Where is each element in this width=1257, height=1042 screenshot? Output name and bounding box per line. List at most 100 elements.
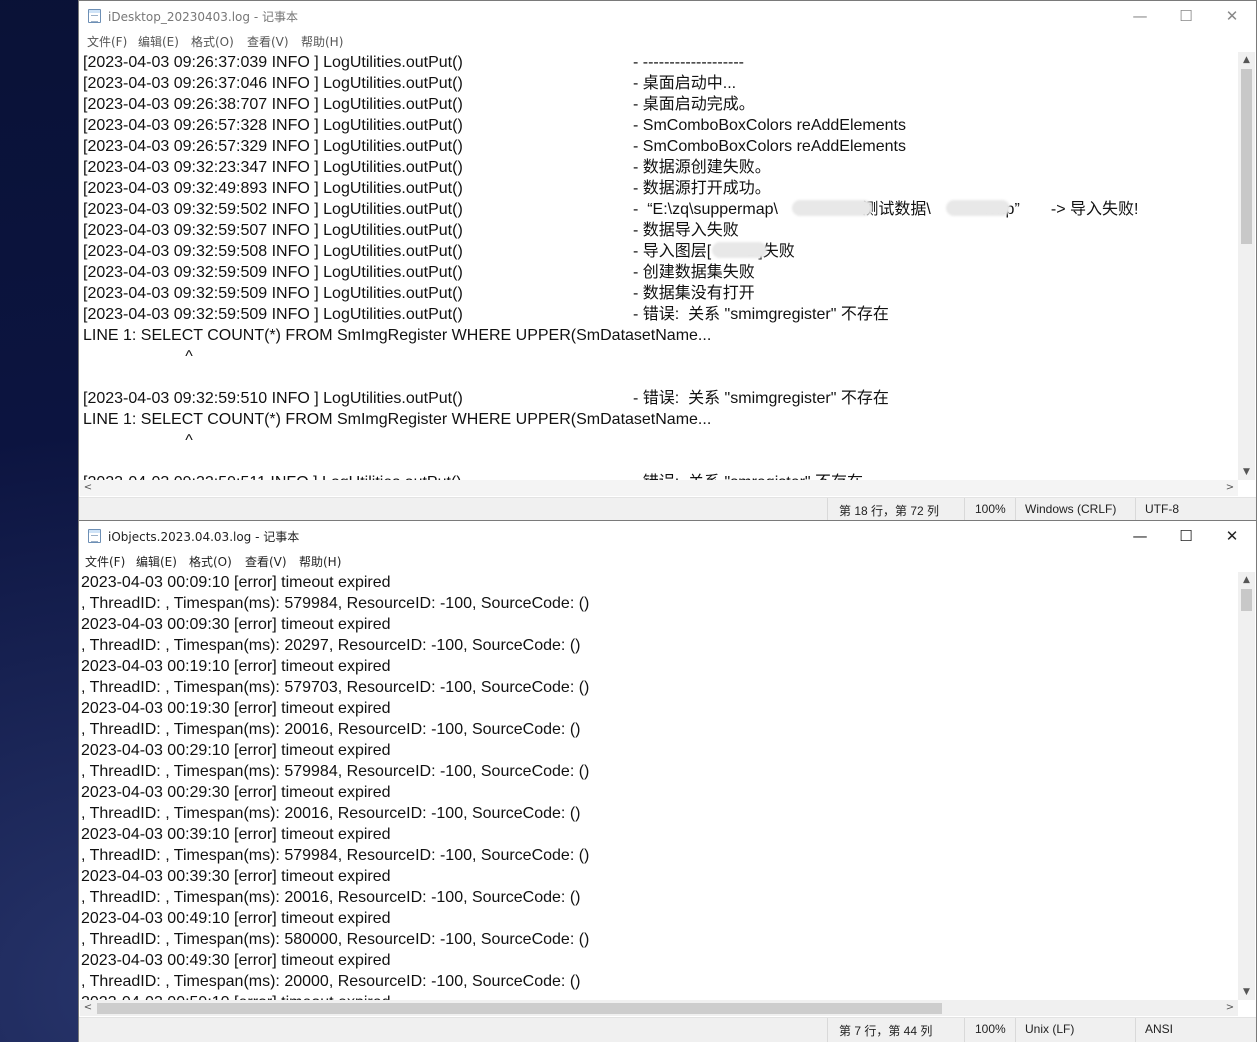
line-text: , ThreadID: , Timespan(ms): 580000, Reso…: [81, 931, 590, 948]
scroll-left-arrow-icon[interactable]: <: [80, 1000, 96, 1016]
line-message: - 错误: 关系 "smimgregister" 不存在: [633, 390, 889, 407]
line-source: [2023-04-03 09:26:57:328 INFO ] LogUtili…: [83, 117, 463, 134]
title-bar[interactable]: iDesktop_20230403.log - 记事本 — ☐ ✕: [79, 1, 1256, 31]
divider: [1015, 498, 1016, 522]
close-button[interactable]: ✕: [1209, 521, 1255, 551]
line-source: [2023-04-03 09:32:59:509 INFO ] LogUtili…: [83, 264, 463, 281]
scroll-thumb[interactable]: [1241, 589, 1252, 611]
scroll-left-arrow-icon[interactable]: <: [80, 480, 96, 496]
text-line: [2023-04-03 09:26:37:046 INFO ] LogUtili…: [81, 73, 1238, 94]
text-line: 2023-04-03 00:39:30 [error] timeout expi…: [81, 866, 1238, 887]
text-line: , ThreadID: , Timespan(ms): 580000, Reso…: [81, 929, 1238, 950]
text-line: [2023-04-03 09:32:59:509 INFO ] LogUtili…: [81, 262, 1238, 283]
encoding: ANSI: [1145, 1022, 1174, 1036]
minimize-button[interactable]: —: [1117, 1, 1163, 31]
redacted-text: [792, 200, 872, 216]
menu-file[interactable]: 文件(F): [87, 33, 127, 50]
line-text: , ThreadID: , Timespan(ms): 20297, Resou…: [81, 637, 581, 654]
scroll-down-arrow-icon[interactable]: ▼: [1238, 464, 1255, 480]
text-line: , ThreadID: , Timespan(ms): 20000, Resou…: [81, 971, 1238, 992]
line-source: [2023-04-03 09:32:59:507 INFO ] LogUtili…: [83, 222, 463, 239]
text-editor[interactable]: [2023-04-03 09:26:37:039 INFO ] LogUtili…: [81, 52, 1238, 480]
maximize-button[interactable]: ☐: [1163, 1, 1209, 31]
line-text: , ThreadID: , Timespan(ms): 20000, Resou…: [81, 973, 581, 990]
scroll-up-arrow-icon[interactable]: ▲: [1238, 572, 1255, 588]
horizontal-scrollbar[interactable]: < >: [80, 480, 1238, 496]
text-line: [2023-04-03 09:26:57:329 INFO ] LogUtili…: [81, 136, 1238, 157]
menu-edit[interactable]: 编辑(E): [138, 33, 179, 50]
title-bar[interactable]: iObjects.2023.04.03.log - 记事本 — ☐ ✕: [79, 521, 1256, 551]
menu-file[interactable]: 文件(F): [85, 553, 125, 570]
text-line: [2023-04-03 09:26:57:328 INFO ] LogUtili…: [81, 115, 1238, 136]
scroll-down-arrow-icon[interactable]: ▼: [1238, 984, 1255, 1000]
line-message: - 创建数据集失败: [633, 264, 755, 281]
scroll-right-arrow-icon[interactable]: >: [1222, 1000, 1238, 1016]
menu-edit[interactable]: 编辑(E): [136, 553, 177, 570]
scroll-right-arrow-icon[interactable]: >: [1222, 480, 1238, 496]
text-line: [2023-04-03 09:32:59:502 INFO ] LogUtili…: [81, 199, 1238, 220]
line-text: , ThreadID: , Timespan(ms): 579984, Reso…: [81, 763, 590, 780]
text-line: , ThreadID: , Timespan(ms): 579984, Reso…: [81, 845, 1238, 866]
line-message: - 数据导入失败: [633, 222, 739, 239]
line-message: - 错误: 关系 "smregister" 不存在: [633, 472, 863, 480]
line-text: 2023-04-03 00:39:10 [error] timeout expi…: [81, 826, 391, 843]
line-message: - SmComboBoxColors reAddElements: [633, 117, 906, 134]
scroll-thumb[interactable]: [97, 1003, 942, 1014]
line-text: , ThreadID: , Timespan(ms): 20016, Resou…: [81, 721, 581, 738]
horizontal-scrollbar[interactable]: < >: [80, 1000, 1238, 1016]
maximize-button[interactable]: ☐: [1163, 521, 1209, 551]
vertical-scrollbar[interactable]: ▲ ▼: [1238, 52, 1255, 480]
text-line: [2023-04-03 09:32:49:893 INFO ] LogUtili…: [81, 178, 1238, 199]
menu-view[interactable]: 查看(V): [247, 33, 289, 50]
cursor-position: 第 18 行，第 72 列: [839, 504, 940, 518]
text-line: [2023-04-03 09:26:37:039 INFO ] LogUtili…: [81, 52, 1238, 73]
line-text: 2023-04-03 00:09:10 [error] timeout expi…: [81, 574, 391, 591]
line-text: , ThreadID: , Timespan(ms): 579703, Reso…: [81, 679, 590, 696]
line-text: 2023-04-03 00:19:10 [error] timeout expi…: [81, 658, 391, 675]
menu-help[interactable]: 帮助(H): [299, 553, 341, 570]
line-source: LINE 1: SELECT COUNT(*) FROM SmImgRegist…: [83, 327, 712, 344]
menu-bar: 文件(F) 编辑(E) 格式(O) 查看(V) 帮助(H): [79, 551, 1256, 571]
line-source: [2023-04-03 09:32:23:347 INFO ] LogUtili…: [83, 159, 463, 176]
scroll-thumb[interactable]: [1241, 69, 1252, 244]
line-ending: Unix (LF): [1025, 1022, 1075, 1036]
line-source: [2023-04-03 09:32:49:893 INFO ] LogUtili…: [83, 180, 463, 197]
line-source: [2023-04-03 09:32:59:509 INFO ] LogUtili…: [83, 285, 463, 302]
line-source: LINE 1: SELECT COUNT(*) FROM SmImgRegist…: [83, 411, 712, 428]
divider: [1135, 1018, 1136, 1042]
line-text: 2023-04-03 00:49:30 [error] timeout expi…: [81, 952, 391, 969]
line-message: - 桌面启动完成。: [633, 96, 755, 113]
scroll-up-arrow-icon[interactable]: ▲: [1238, 52, 1255, 68]
text-line: [81, 367, 1238, 388]
menu-format[interactable]: 格式(O): [189, 553, 232, 570]
notepad-window-iobjects[interactable]: iObjects.2023.04.03.log - 记事本 — ☐ ✕ 文件(F…: [78, 520, 1257, 1042]
text-line: 2023-04-03 00:49:30 [error] timeout expi…: [81, 950, 1238, 971]
cursor-position: 第 7 行，第 44 列: [839, 1024, 933, 1038]
close-button[interactable]: ✕: [1209, 1, 1255, 31]
line-source: [2023-04-03 09:26:37:039 INFO ] LogUtili…: [83, 54, 463, 71]
text-line: 2023-04-03 00:19:30 [error] timeout expi…: [81, 698, 1238, 719]
menu-help[interactable]: 帮助(H): [301, 33, 343, 50]
text-line: 2023-04-03 00:09:10 [error] timeout expi…: [81, 572, 1238, 593]
redacted-text: [712, 242, 767, 258]
line-text: 2023-04-03 00:29:30 [error] timeout expi…: [81, 784, 391, 801]
line-message: - “E:\zq\suppermap\ 测试数据\ .shp” -> 导入失败!: [633, 201, 1139, 218]
menu-format[interactable]: 格式(O): [191, 33, 234, 50]
menu-bar: 文件(F) 编辑(E) 格式(O) 查看(V) 帮助(H): [79, 31, 1256, 51]
text-line: ^: [81, 430, 1238, 451]
minimize-button[interactable]: —: [1117, 521, 1163, 551]
text-line: 2023-04-03 00:09:30 [error] timeout expi…: [81, 614, 1238, 635]
redacted-text: [946, 200, 1010, 216]
line-text: 2023-04-03 00:59:10 [error] timeout expi…: [81, 992, 391, 1000]
text-line: [2023-04-03 09:32:23:347 INFO ] LogUtili…: [81, 157, 1238, 178]
menu-view[interactable]: 查看(V): [245, 553, 287, 570]
text-editor[interactable]: 2023-04-03 00:09:10 [error] timeout expi…: [81, 572, 1238, 1000]
line-message: - -------------------: [633, 54, 745, 71]
notepad-window-idesktop[interactable]: iDesktop_20230403.log - 记事本 — ☐ ✕ 文件(F) …: [78, 0, 1257, 522]
window-title: iObjects.2023.04.03.log - 记事本: [108, 530, 300, 544]
divider: [827, 1018, 828, 1042]
line-message: - 数据源创建失败。: [633, 159, 771, 176]
vertical-scrollbar[interactable]: ▲ ▼: [1238, 572, 1255, 1000]
divider: [827, 498, 828, 522]
text-line: [2023-04-03 09:32:59:510 INFO ] LogUtili…: [81, 388, 1238, 409]
